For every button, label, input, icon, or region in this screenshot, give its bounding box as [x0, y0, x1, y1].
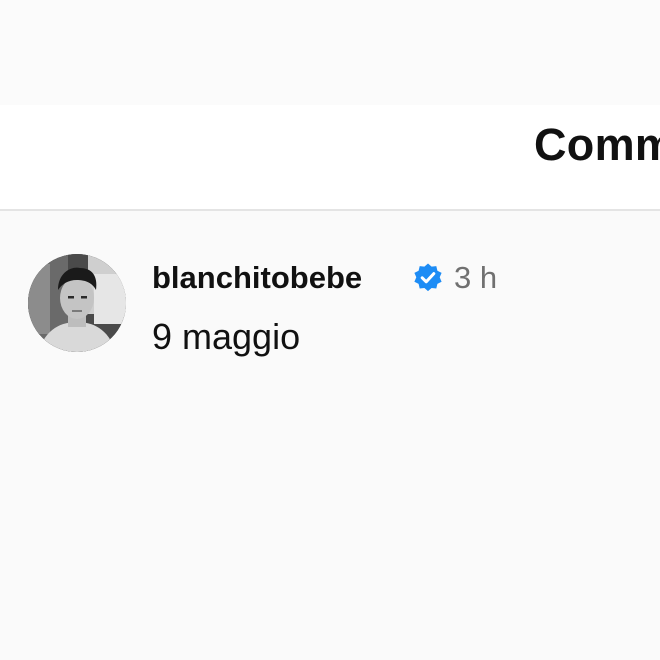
comments-title: Comm: [534, 119, 660, 170]
comment-text: 9 maggio: [152, 316, 301, 357]
avatar-photo-icon: [28, 254, 126, 352]
comments-header: Comm: [0, 105, 660, 209]
comments-list: blanchitobebe 3 h 9 maggio: [0, 211, 660, 660]
top-bar-area: [0, 0, 660, 105]
user-avatar[interactable]: [28, 254, 126, 352]
comment-item: blanchitobebe 3 h 9 maggio: [28, 254, 648, 364]
comment-timestamp: 3 h: [454, 260, 498, 295]
verified-badge-icon: [414, 263, 442, 292]
comment-username[interactable]: blanchitobebe: [152, 260, 362, 296]
